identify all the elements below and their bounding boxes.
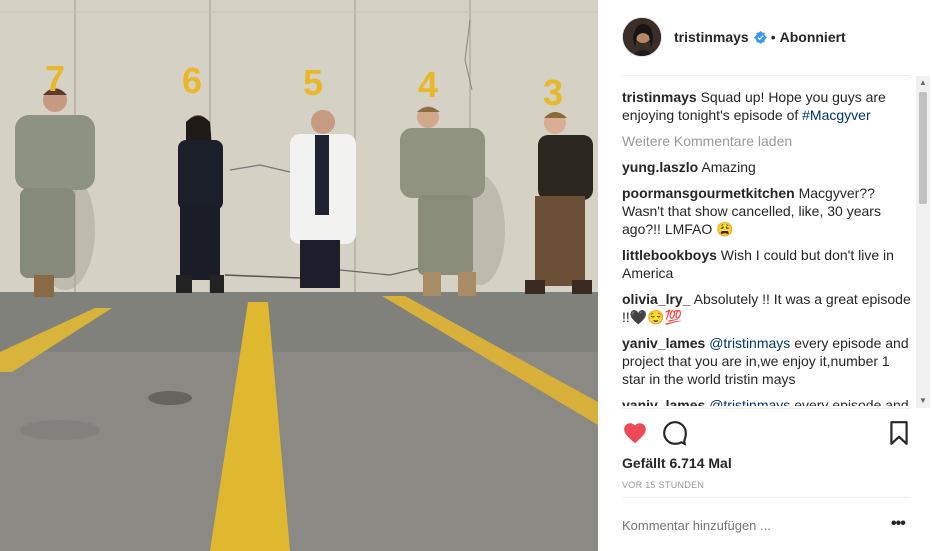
add-comment-input[interactable] xyxy=(622,518,872,533)
person-2 xyxy=(176,115,224,293)
header-divider xyxy=(622,75,910,76)
more-options-icon[interactable]: ••• xyxy=(891,515,906,533)
comment-username[interactable]: poormansgourmetkitchen xyxy=(622,185,795,201)
comment-username[interactable]: olivia_lry_ xyxy=(622,291,691,307)
comment-username[interactable]: yaniv_lames xyxy=(622,397,705,406)
comment-text: Amazing xyxy=(701,159,756,175)
avatar-image xyxy=(623,18,661,56)
scrollbar-thumb[interactable] xyxy=(919,92,927,204)
comment: littlebookboys Wish I could but don't li… xyxy=(622,246,914,282)
parking-garage-photo xyxy=(0,0,598,551)
stall-number-7: 7 xyxy=(45,58,66,99)
comment: olivia_lry_ Absolutely !! It was a great… xyxy=(622,290,914,326)
comment-username[interactable]: littlebookboys xyxy=(622,247,717,263)
verified-icon xyxy=(753,30,767,44)
action-bar xyxy=(622,420,914,446)
scroll-up-arrow-icon[interactable]: ▲ xyxy=(916,76,930,90)
follow-status-button[interactable]: Abonniert xyxy=(780,29,846,45)
comment: yaniv_lames @tristinmays every episode a… xyxy=(622,396,914,406)
comment: poormansgourmetkitchen Macgyver?? Wasn't… xyxy=(622,184,914,238)
hashtag-link[interactable]: #Macgyver xyxy=(802,107,870,123)
stall-number-3: 3 xyxy=(543,72,564,113)
caption: tristinmays Squad up! Hope you guys are … xyxy=(622,88,914,124)
comment-username[interactable]: yaniv_lames xyxy=(622,335,705,351)
mention-link[interactable]: @tristinmays xyxy=(709,335,790,351)
comments-list[interactable]: tristinmays Squad up! Hope you guys are … xyxy=(622,88,914,406)
comments-scrollbar[interactable]: ▲ ▼ xyxy=(916,76,930,408)
comment: yaniv_lames @tristinmays every episode a… xyxy=(622,334,914,388)
stall-number-4: 4 xyxy=(418,64,439,105)
comment-input-divider xyxy=(622,497,910,498)
likes-count[interactable]: Gefällt 6.714 Mal xyxy=(622,455,732,471)
mention-link[interactable]: @tristinmays xyxy=(709,397,790,406)
post-photo[interactable]: 7 6 5 4 3 xyxy=(0,0,598,551)
username-link[interactable]: tristinmays xyxy=(674,29,749,45)
comment-username[interactable]: yung.laszlo xyxy=(622,159,698,175)
bookmark-icon[interactable] xyxy=(886,420,912,446)
scroll-down-arrow-icon[interactable]: ▼ xyxy=(916,394,930,408)
caption-username[interactable]: tristinmays xyxy=(622,89,697,105)
avatar[interactable] xyxy=(622,17,662,57)
comment: yung.laszlo Amazing xyxy=(622,158,914,176)
stall-number-6: 6 xyxy=(182,60,203,101)
comment-icon[interactable] xyxy=(662,420,688,446)
load-more-comments-link[interactable]: Weitere Kommentare laden xyxy=(622,132,914,150)
heart-icon[interactable] xyxy=(622,420,648,446)
post-timestamp[interactable]: VOR 15 STUNDEN xyxy=(622,480,704,490)
actions-divider xyxy=(622,408,910,409)
post-header: tristinmays • Abonniert xyxy=(622,16,846,58)
instagram-post-modal: 7 6 5 4 3 tristinmays • Abonniert tristi… xyxy=(0,0,932,551)
header-separator: • xyxy=(770,29,776,45)
stall-number-5: 5 xyxy=(303,62,324,103)
